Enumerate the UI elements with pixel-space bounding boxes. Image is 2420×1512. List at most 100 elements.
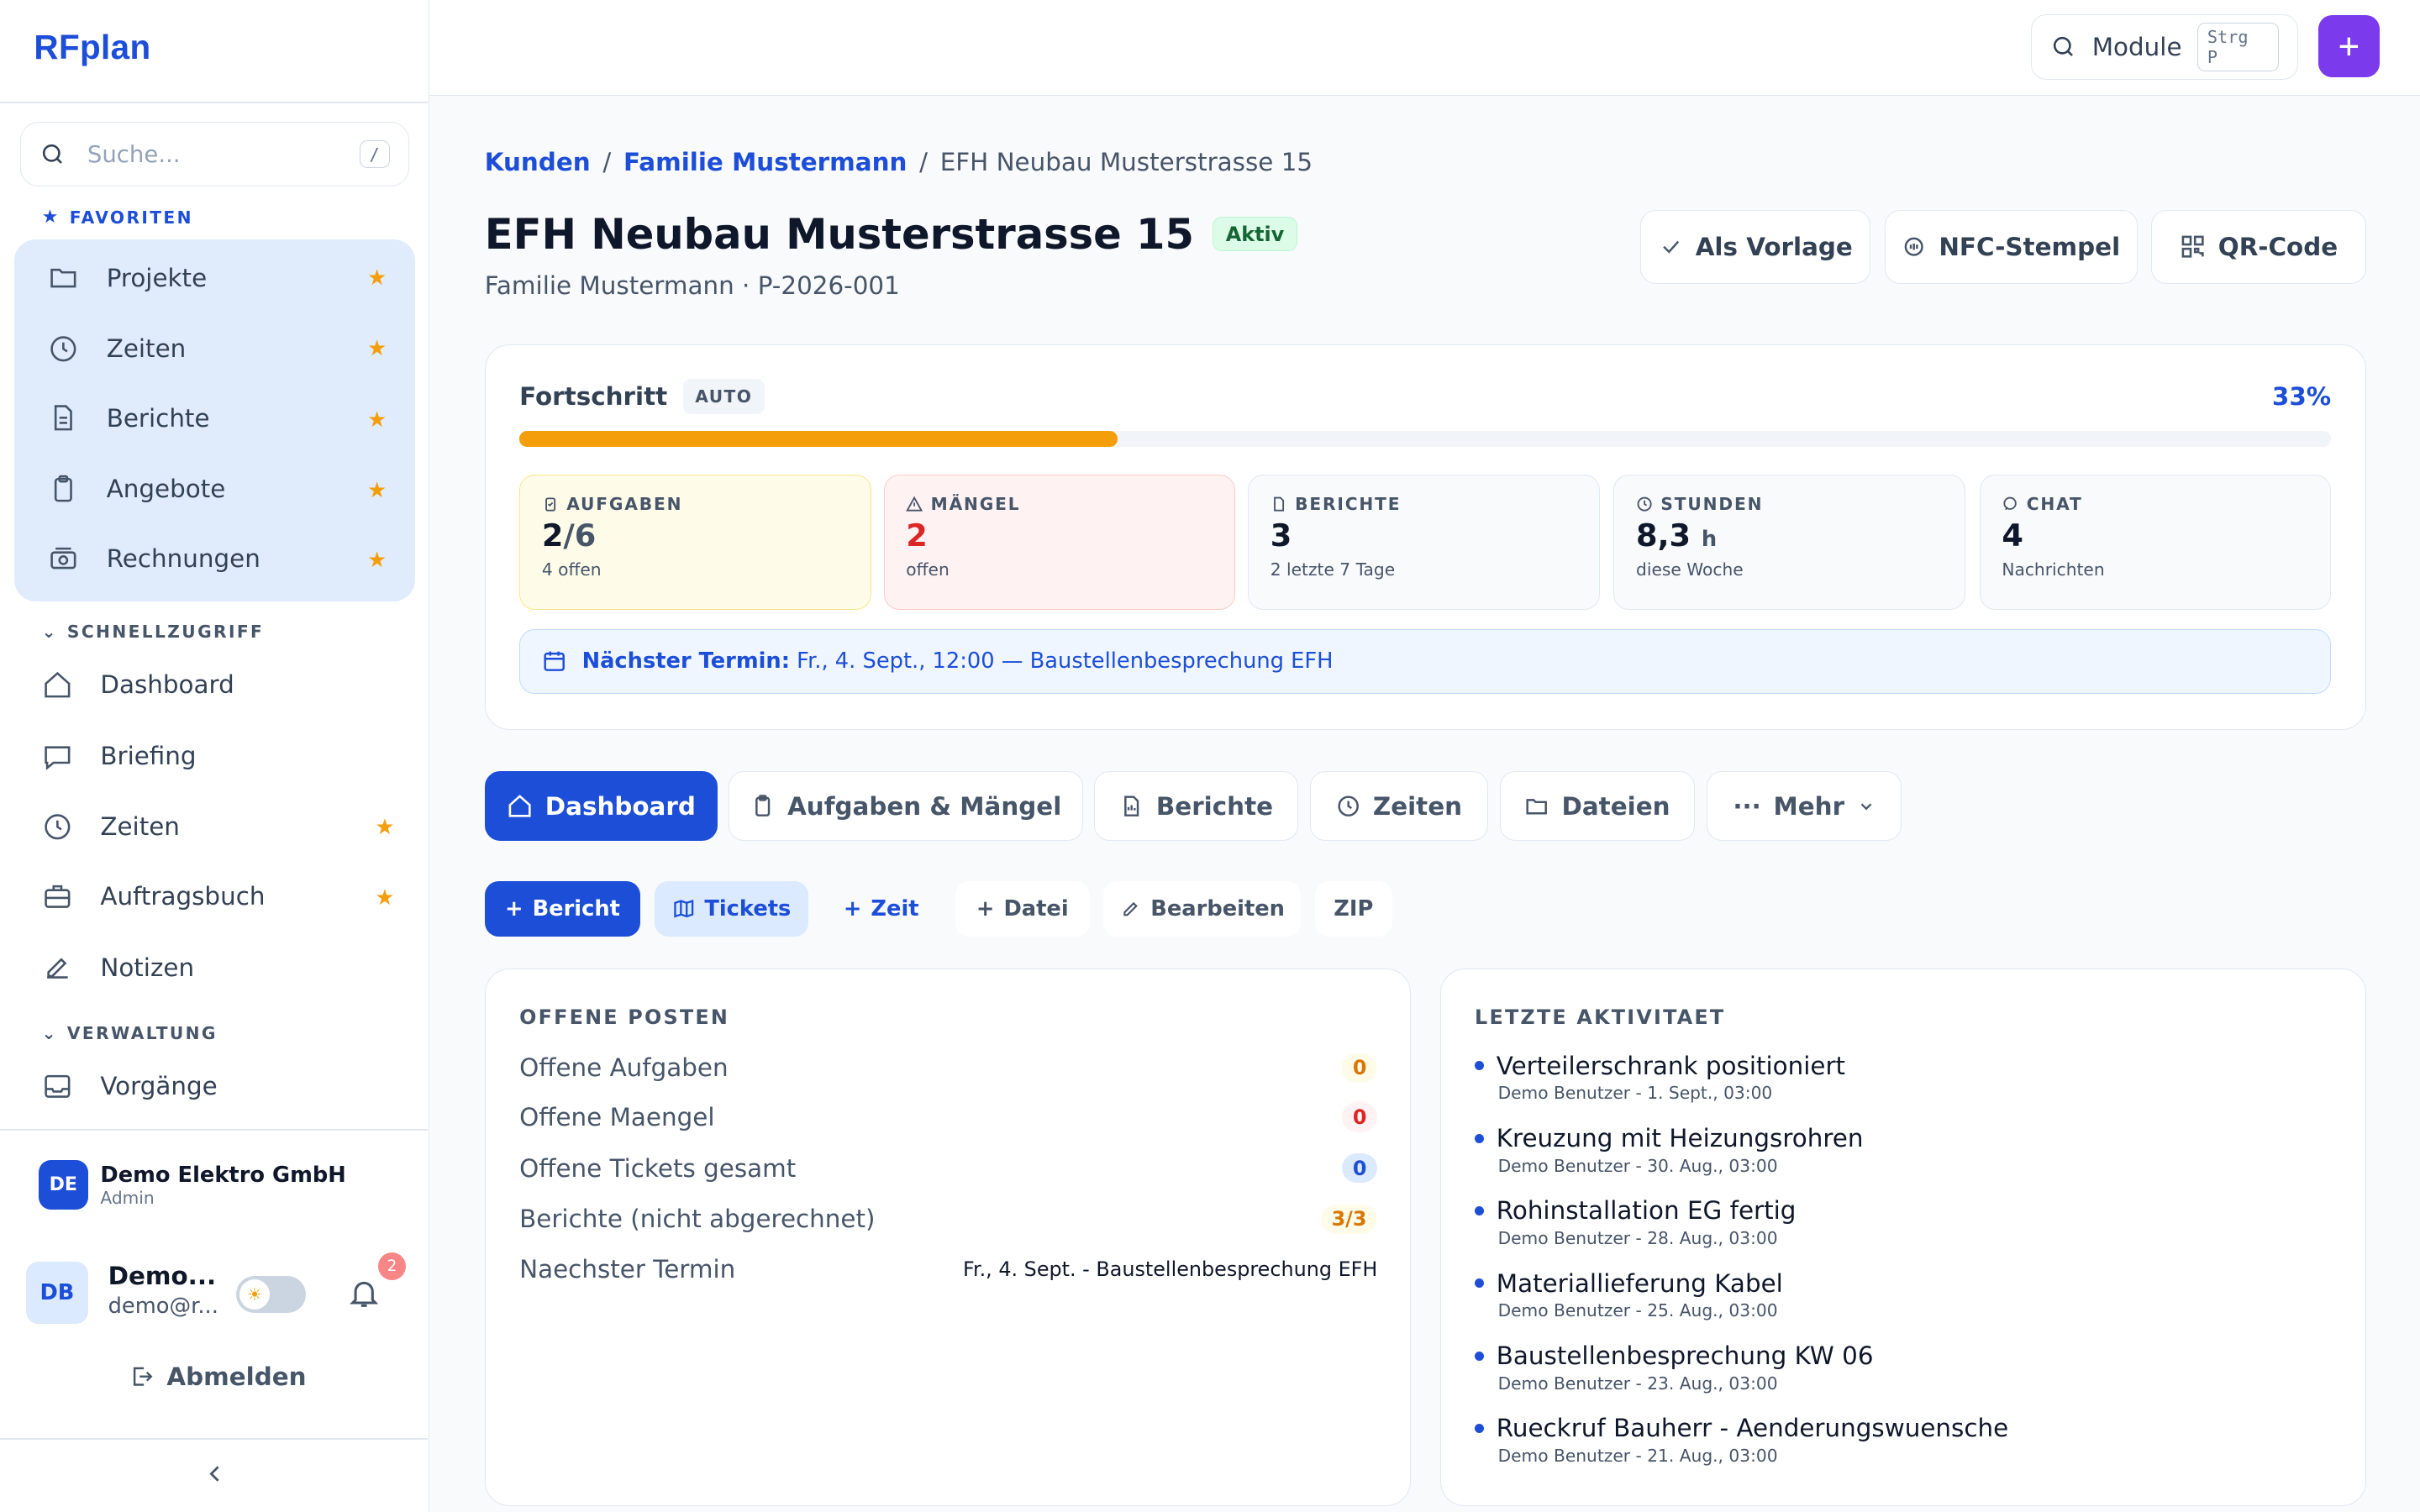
tab-zeiten[interactable]: Zeiten <box>1310 771 1488 841</box>
save-as-template-button[interactable]: Als Vorlage <box>1640 209 1871 284</box>
add-time-button[interactable]: + Zeit <box>821 880 942 937</box>
qr-code-button[interactable]: QR-Code <box>2151 209 2366 284</box>
zip-download-button[interactable]: ZIP <box>1314 880 1392 937</box>
stat-card-berichte[interactable]: BERICHTE 3 2 letzte 7 Tage <box>1248 474 1600 611</box>
search-input[interactable]: Suche... <box>87 141 360 168</box>
activity-item[interactable]: Rueckruf Bauherr - Aenderungswuensche De… <box>1475 1414 2008 1466</box>
module-label: Module <box>2091 33 2182 61</box>
sidebar-item-label: Vorgänge <box>100 1072 218 1101</box>
edit-button[interactable]: Bearbeiten <box>1103 880 1302 937</box>
open-item-row: Naechster Termin Fr., 4. Sept. - Baustel… <box>519 1255 1377 1284</box>
sidebar-item-zeiten-quick[interactable]: Zeiten <box>42 796 180 858</box>
stat-card-chat[interactable]: CHAT 4 Nachrichten <box>1979 474 2332 611</box>
sidebar-item-zeiten[interactable]: Zeiten <box>48 318 186 379</box>
clipboard-icon <box>48 474 79 505</box>
next-meeting-text: Fr., 4. Sept., 12:00 — Baustellenbesprec… <box>797 648 1334 675</box>
user-email: demo@r... <box>108 1294 218 1320</box>
star-icon[interactable]: ★ <box>375 885 394 911</box>
tab-dateien[interactable]: Dateien <box>1500 771 1695 841</box>
bell-icon[interactable] <box>347 1276 381 1310</box>
user-info[interactable]: Demo... demo@r... <box>108 1262 224 1319</box>
avatar[interactable]: DB <box>26 1262 88 1324</box>
count-badge: 0 <box>1342 1153 1378 1184</box>
sidebar-item-projekte[interactable]: Projekte <box>48 247 207 308</box>
add-report-button[interactable]: + Bericht <box>484 880 641 937</box>
tab-dashboard[interactable]: Dashboard <box>484 771 718 841</box>
sidebar-item-briefing[interactable]: Briefing <box>42 725 197 786</box>
sidebar-item-notizen[interactable]: Notizen <box>42 937 194 998</box>
sidebar-item-auftragsbuch[interactable]: Auftragsbuch <box>42 865 265 927</box>
stat-value: 2 <box>906 517 928 554</box>
sun-icon: ☀ <box>239 1278 271 1310</box>
sidebar-item-rechnungen[interactable]: Rechnungen <box>48 528 260 589</box>
plus-icon: + <box>843 895 862 921</box>
tab-aufgaben-maengel[interactable]: Aufgaben & Mängel <box>728 771 1084 841</box>
open-item-row: Berichte (nicht abgerechnet) 3/3 <box>519 1204 1378 1234</box>
row-label: Offene Tickets gesamt <box>519 1153 797 1183</box>
progress-percent: 33% <box>2271 381 2332 411</box>
page-subtitle: Familie Mustermann · P-2026-001 <box>484 271 900 301</box>
sidebar-search[interactable]: Suche... / <box>19 122 409 187</box>
collapse-sidebar-icon[interactable] <box>201 1460 229 1488</box>
stat-sub: diese Woche <box>1636 559 1744 580</box>
activity-meta: Demo Benutzer - 30. Aug., 03:00 <box>1497 1155 1778 1176</box>
theme-toggle[interactable]: ☀ <box>236 1275 306 1314</box>
stat-value: 4 <box>2002 517 2023 554</box>
calendar-icon <box>542 648 566 673</box>
stat-card-stunden[interactable]: STUNDEN 8,3 h diese Woche <box>1613 474 1966 611</box>
tab-more[interactable]: ··· Mehr <box>1707 771 1902 841</box>
module-shortcut: Strg P <box>2196 23 2279 71</box>
activity-item[interactable]: Verteilerschrank positioniert Demo Benut… <box>1475 1052 1845 1104</box>
add-file-button[interactable]: + Datei <box>955 880 1090 937</box>
progress-bar <box>519 431 2332 447</box>
create-button[interactable] <box>2317 15 2381 77</box>
breadcrumb-current: EFH Neubau Musterstrasse 15 <box>939 148 1313 177</box>
clipboard-icon <box>542 496 559 512</box>
sidebar-item-label: Projekte <box>106 263 208 292</box>
activity-title: Baustellenbesprechung KW 06 <box>1475 1341 1874 1370</box>
stat-card-maengel[interactable]: MÄNGEL 2 offen <box>883 474 1236 611</box>
count-badge: 3/3 <box>1320 1204 1378 1234</box>
breadcrumb: Kunden / Familie Mustermann / EFH Neubau… <box>485 148 1313 176</box>
nfc-stamp-button[interactable]: NFC-Stempel <box>1884 209 2138 284</box>
module-search-button[interactable]: Module Strg P <box>2031 13 2298 81</box>
star-icon[interactable]: ★ <box>375 815 394 840</box>
organization-switcher[interactable]: DE Demo Elektro GmbH Admin <box>38 1160 346 1210</box>
star-icon[interactable]: ★ <box>367 407 387 433</box>
stat-value-suffix: /6 <box>563 517 597 554</box>
count-badge: 0 <box>1342 1053 1378 1083</box>
breadcrumb-link-kunden[interactable]: Kunden <box>485 148 591 176</box>
stat-sub: offen <box>906 559 950 580</box>
logout-button[interactable]: Abmelden <box>129 1362 307 1391</box>
page-title-row: EFH Neubau Musterstrasse 15 Aktiv <box>485 210 1297 259</box>
chevron-down-icon <box>1857 797 1876 816</box>
star-icon[interactable]: ★ <box>367 548 387 573</box>
breadcrumb-link-customer[interactable]: Familie Mustermann <box>623 148 907 176</box>
stat-card-aufgaben[interactable]: AUFGABEN 2/6 4 offen <box>519 474 871 611</box>
row-label: Offene Aufgaben <box>519 1053 729 1083</box>
qr-code-icon <box>2180 234 2206 260</box>
star-icon[interactable]: ★ <box>367 478 387 503</box>
sidebar-item-label: Angebote <box>106 475 226 504</box>
app-logo[interactable]: RFplan <box>34 28 150 67</box>
quick-access-heading[interactable]: ⌄ SCHNELLZUGRIFF <box>42 622 265 642</box>
sidebar-item-vorgaenge[interactable]: Vorgänge <box>42 1055 218 1116</box>
star-icon[interactable]: ★ <box>367 336 387 361</box>
row-label: Naechster Termin <box>519 1255 736 1284</box>
activity-item[interactable]: Baustellenbesprechung KW 06 Demo Benutze… <box>1475 1341 1874 1394</box>
activity-item[interactable]: Rohinstallation EG fertig Demo Benutzer … <box>1475 1196 1797 1248</box>
star-icon[interactable]: ★ <box>367 265 387 291</box>
sidebar-item-dashboard[interactable]: Dashboard <box>42 654 234 716</box>
sidebar-item-berichte[interactable]: Berichte <box>48 387 210 449</box>
next-meeting-banner[interactable]: Nächster Termin: Fr., 4. Sept., 12:00 — … <box>519 628 2332 694</box>
admin-heading[interactable]: ⌄ VERWALTUNG <box>42 1023 218 1043</box>
activity-item[interactable]: Materiallieferung Kabel Demo Benutzer - … <box>1475 1269 1783 1321</box>
sidebar-item-angebote[interactable]: Angebote <box>48 458 225 519</box>
tab-berichte[interactable]: Berichte <box>1094 771 1298 841</box>
tickets-button[interactable]: Tickets <box>654 880 809 937</box>
activity-item[interactable]: Kreuzung mit Heizungsrohren Demo Benutze… <box>1475 1124 1864 1176</box>
chevron-down-icon: ⌄ <box>41 622 58 643</box>
chevron-down-icon: ⌄ <box>41 1022 58 1043</box>
activity-title: Rueckruf Bauherr - Aenderungswuensche <box>1475 1414 2008 1442</box>
map-icon <box>672 897 696 921</box>
